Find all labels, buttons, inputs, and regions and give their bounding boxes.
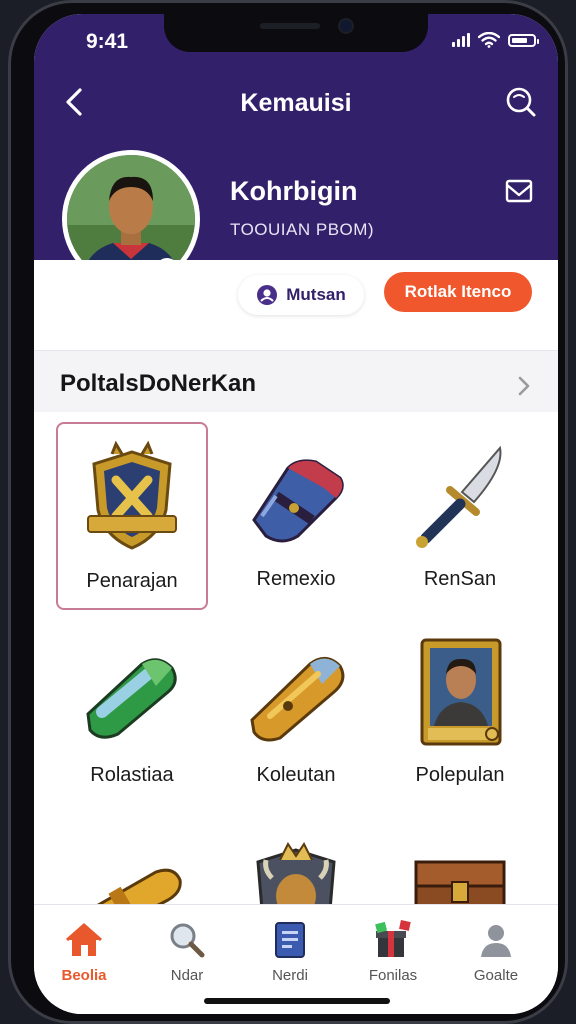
app-screen: 9:41 Kemauisi Kohrbigin TOOUIAN PBOM) Mu… <box>34 14 558 1014</box>
tab-label: Ndar <box>170 967 204 984</box>
front-camera <box>340 20 352 32</box>
wifi-icon <box>478 32 500 48</box>
item-tile-green-gauntlet[interactable]: Rolastiaa <box>56 618 208 806</box>
tab-home[interactable]: Beolia <box>34 919 134 984</box>
home-indicator[interactable] <box>204 998 390 1004</box>
green-gauntlet-icon <box>86 658 177 739</box>
primary-action-label: Rotlak Itenco <box>404 282 512 301</box>
item-tile-shield[interactable]: Penarajan <box>56 422 208 610</box>
tab-search[interactable]: Ndar <box>137 919 237 984</box>
tab-label: Goalte <box>473 967 519 984</box>
item-tile-dagger[interactable]: RenSan <box>384 422 536 610</box>
profile-name: Kohrbigin <box>230 176 358 206</box>
speaker-grille <box>260 23 320 29</box>
magnifier-icon <box>170 923 205 958</box>
gift-box-icon <box>375 920 411 957</box>
primary-action-button[interactable]: Rotlak Itenco <box>384 272 532 312</box>
status-time: 9:41 <box>86 30 129 53</box>
item-label: Polepulan <box>415 764 505 786</box>
battery-icon <box>508 33 539 47</box>
person-icon <box>481 925 511 957</box>
profile-actions-card: Mutsan Rotlak Itenco <box>34 260 558 351</box>
tab-label: Nerdi <box>272 967 308 984</box>
portrait-card-icon <box>420 638 502 746</box>
tab-profile[interactable]: Goalte <box>446 919 546 984</box>
status-icons <box>452 32 539 48</box>
item-tile-gauntlet[interactable]: Remexio <box>220 422 372 610</box>
gauntlet-icon <box>252 459 344 543</box>
gold-bracer-icon <box>250 657 345 742</box>
item-label: Penarajan <box>86 570 178 592</box>
item-label: Koleutan <box>256 764 336 786</box>
chevron-right-icon[interactable] <box>514 372 534 400</box>
page-title: Kemauisi <box>240 89 352 117</box>
profile-subtitle: TOOUIAN PBOM) <box>230 220 375 239</box>
home-icon <box>66 923 102 956</box>
dagger-icon <box>416 445 502 548</box>
item-label: RenSan <box>423 568 497 590</box>
follow-button[interactable]: Mutsan <box>238 275 364 315</box>
user-badge-icon <box>257 285 278 305</box>
device-notch <box>164 14 428 52</box>
item-label: Remexio <box>256 568 336 590</box>
tab-label: Fonilas <box>368 967 418 984</box>
message-icon[interactable] <box>504 176 534 206</box>
item-label: Rolastiaa <box>90 764 174 786</box>
item-tile-gold-bracer[interactable]: Koleutan <box>220 618 372 806</box>
tab-rewards[interactable]: Fonilas <box>343 919 443 984</box>
tab-label: Beolia <box>61 967 107 984</box>
book-icon <box>275 922 305 958</box>
signal-icon <box>452 33 470 47</box>
section-title: PoltalsDoNerKan <box>60 370 257 397</box>
search-icon[interactable] <box>502 84 538 120</box>
phone-frame: 9:41 Kemauisi Kohrbigin TOOUIAN PBOM) Mu… <box>8 0 568 1024</box>
follow-button-label: Mutsan <box>286 285 346 304</box>
shield-emblem-icon <box>87 440 177 550</box>
item-tile-portrait-card[interactable]: Polepulan <box>384 618 536 806</box>
item-grid: Penarajan Remexio RenSan Rolastiaa Koleu… <box>34 412 558 944</box>
tab-library[interactable]: Nerdi <box>240 919 340 984</box>
